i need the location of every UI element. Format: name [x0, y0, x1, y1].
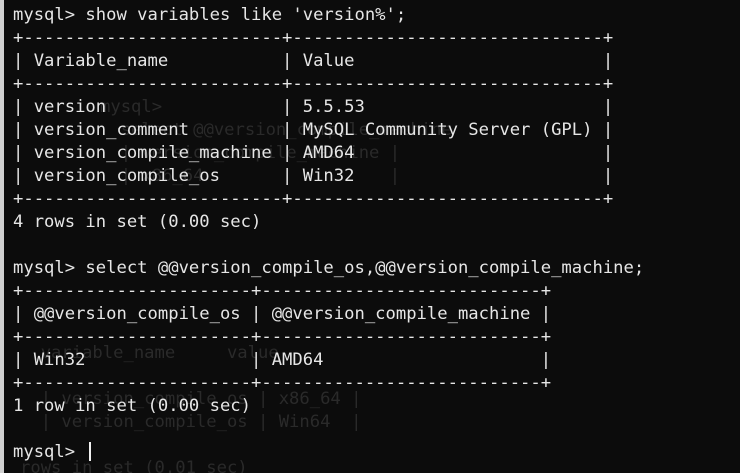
table-row: | version_compile_os | Win32 |	[13, 166, 614, 186]
table-row: | version_compile_machine | AMD64 |	[13, 143, 614, 163]
table-border: +----------------------+----------------…	[13, 327, 552, 347]
table-border: +-------------------------+-------------…	[13, 189, 614, 209]
table-border: +----------------------+----------------…	[13, 373, 552, 393]
command-line: mysql> show variables like 'version%';	[13, 5, 407, 25]
table-row: | Win32 | AMD64 |	[13, 350, 552, 370]
table-row: | version | 5.5.53 |	[13, 97, 614, 117]
table-header-row: | @@version_compile_os | @@version_compi…	[13, 304, 552, 324]
table-border: +----------------------+----------------…	[13, 281, 552, 301]
terminal-output: mysql> show variables like 'version%'; +-…	[13, 4, 644, 464]
text-cursor	[89, 442, 92, 461]
result-summary: 4 rows in set (0.00 sec)	[13, 212, 262, 232]
command-line: mysql> select @@version_compile_os,@@ver…	[13, 258, 645, 278]
window-left-border	[0, 0, 4, 473]
table-border: +-------------------------+-------------…	[13, 28, 614, 48]
prompt-text: mysql>	[13, 442, 86, 462]
table-row: | version_comment | MySQL Community Serv…	[13, 120, 614, 140]
result-summary: 1 row in set (0.00 sec)	[13, 396, 251, 416]
table-border: +-------------------------+-------------…	[13, 74, 614, 94]
terminal-window[interactable]: mysql> select @@version_compile_machine …	[0, 0, 740, 473]
prompt-line[interactable]: mysql>	[13, 441, 644, 464]
table-header-row: | Variable_name | Value |	[13, 51, 614, 71]
